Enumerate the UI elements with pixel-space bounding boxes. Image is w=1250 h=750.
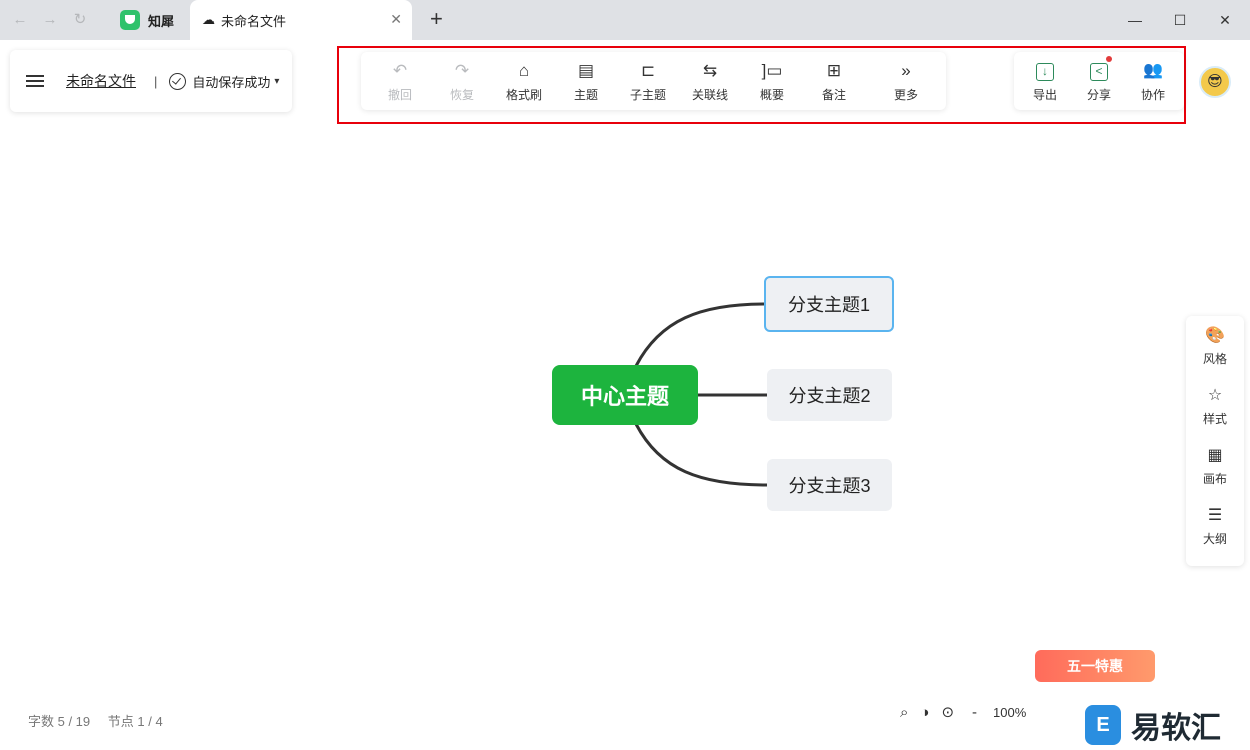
branch-topic-2[interactable]: 分支主题2 <box>767 369 892 421</box>
connector-branch-3 <box>634 423 768 487</box>
locate-icon[interactable]: ⊙ <box>941 703 954 721</box>
status-bar: 字数 5 / 19 节点 1 / 4 <box>28 711 177 730</box>
search-icon[interactable]: ⌕ <box>900 704 908 721</box>
node-count: 节点 1 / 4 <box>107 714 163 729</box>
connector-branch-1 <box>634 302 766 367</box>
branch-topic-3[interactable]: 分支主题3 <box>767 459 892 511</box>
watermark-text: 易软汇 <box>1131 712 1221 745</box>
watermark: E 易软汇 <box>1085 702 1250 748</box>
central-topic[interactable]: 中心主题 <box>552 365 698 425</box>
word-count: 字数 5 / 19 <box>28 714 91 729</box>
zoom-level[interactable]: 100% <box>993 705 1026 720</box>
zoom-out-button[interactable]: - <box>972 704 977 721</box>
branch-topic-1[interactable]: 分支主题1 <box>764 276 894 332</box>
zoom-controls: ⌕ ◑ ⊙ - 100% <box>900 701 1026 723</box>
promo-banner[interactable]: 五一特惠 <box>1035 650 1155 682</box>
mouse-mode-icon[interactable]: ◑ <box>920 704 929 721</box>
watermark-logo-icon: E <box>1085 705 1121 745</box>
